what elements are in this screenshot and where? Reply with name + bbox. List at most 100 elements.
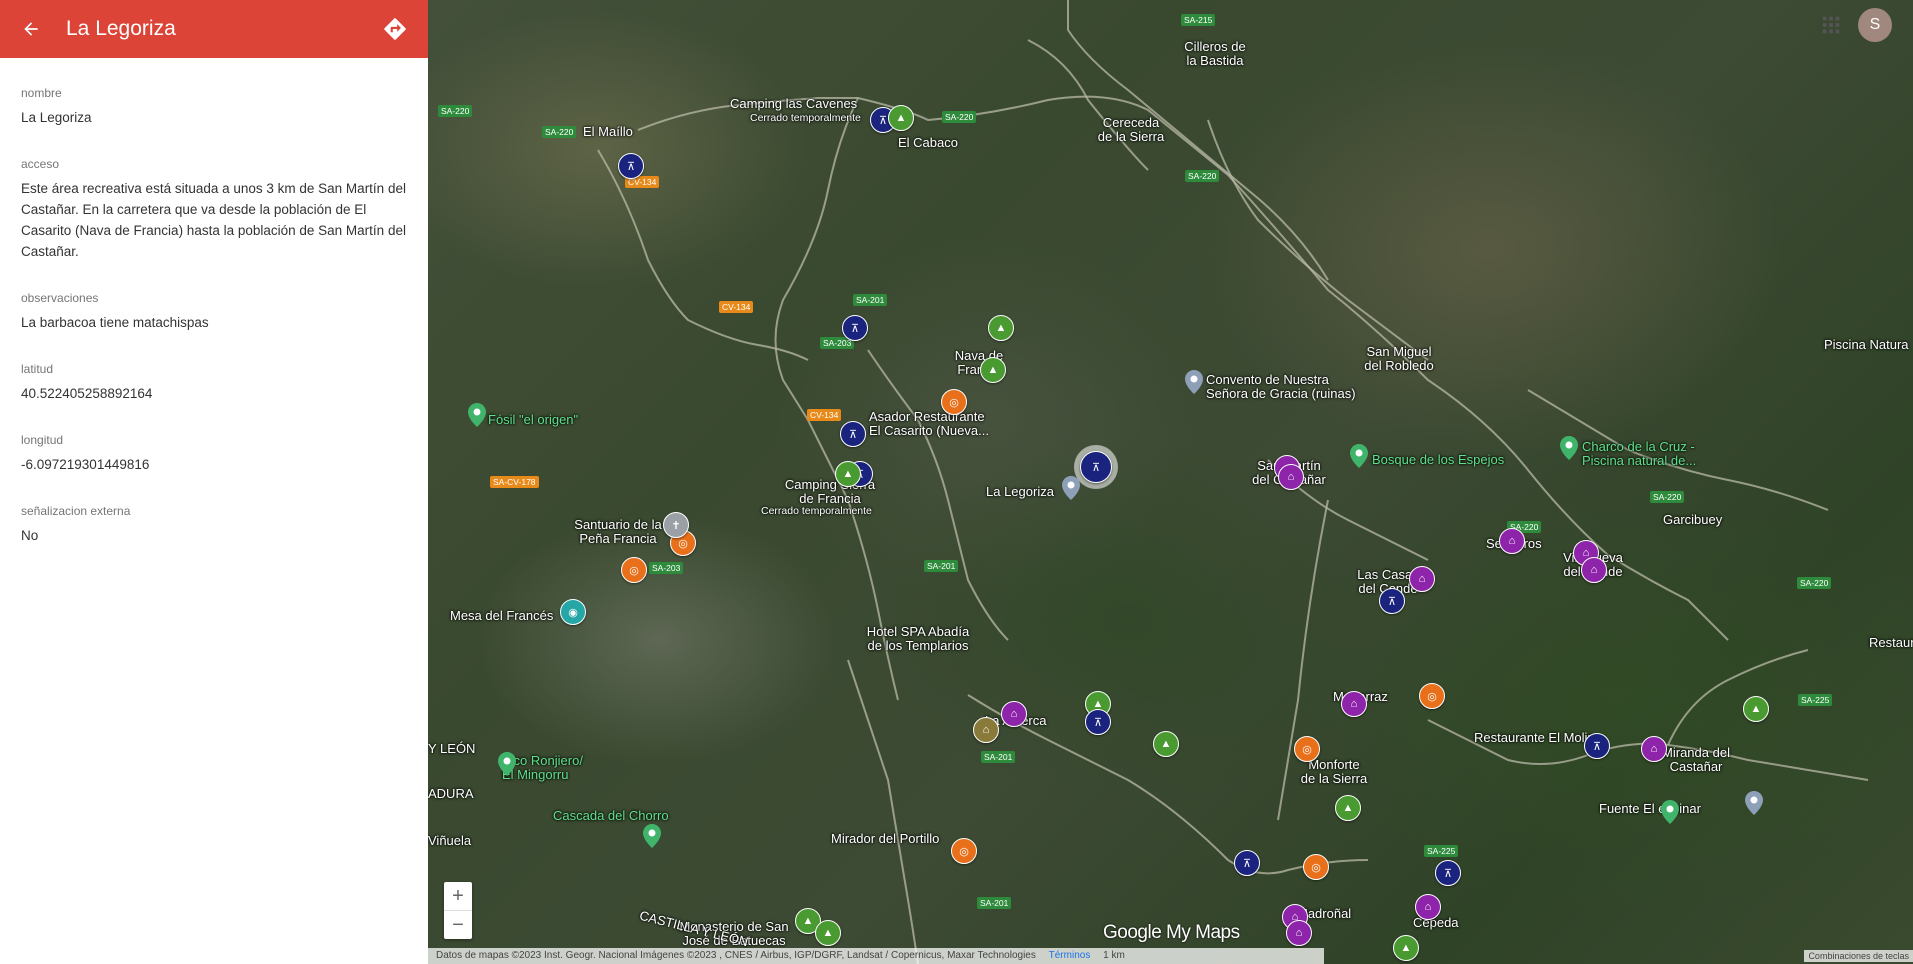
viewpoint-marker[interactable]: ◎	[1294, 736, 1320, 762]
house-icon: ⌂	[1424, 901, 1432, 913]
tree-icon: ▲	[995, 322, 1007, 334]
field-label: observaciones	[21, 291, 99, 305]
region-y-leon: Y LEÓN	[428, 741, 476, 756]
house-marker[interactable]: ⌂	[1286, 920, 1312, 946]
directions-button[interactable]	[378, 12, 412, 46]
tree-marker[interactable]: ▲	[980, 357, 1006, 383]
camera-marker[interactable]: ◉	[560, 599, 586, 625]
house-marker[interactable]: ⌂	[1278, 464, 1304, 490]
picnic-table-icon: ⊼	[1443, 867, 1453, 880]
picnic-marker[interactable]: ⊼	[1085, 709, 1111, 735]
church-marker[interactable]: ✝	[663, 512, 689, 538]
detail-panel: La Legoriza nombre La Legoriza acceso Es…	[0, 0, 428, 964]
field-value: No	[21, 528, 39, 543]
place-hotel: Hotel SPA Abadía de los Templarios	[866, 624, 970, 653]
location-pin-icon[interactable]	[1745, 791, 1763, 815]
picnic-marker[interactable]: ⊼	[840, 421, 866, 447]
panel-fields: nombre La Legoriza acceso Este área recr…	[0, 86, 428, 546]
terms-link[interactable]: Términos	[1049, 950, 1091, 961]
park-pin-icon[interactable]	[1350, 444, 1368, 468]
picnic-marker[interactable]: ⊼	[618, 153, 644, 179]
place-san-miguel: San Miguel del Robledo	[1364, 344, 1434, 373]
viewpoint-marker[interactable]: ◎	[941, 389, 967, 415]
road-shield: SA-225	[1798, 694, 1833, 706]
house-marker[interactable]: ⌂	[1581, 557, 1607, 583]
location-pin-icon[interactable]	[1185, 370, 1203, 394]
panel-title: La Legoriza	[66, 17, 176, 40]
place-fuente: Fuente El espinar	[1599, 801, 1701, 816]
place-asador: Asador Restaurante El Casarito (Nueva...	[869, 409, 989, 438]
place-cascada: Cascada del Chorro	[553, 808, 669, 823]
panel-header: La Legoriza	[0, 0, 428, 58]
zoom-in-button[interactable]: +	[444, 882, 472, 911]
house-marker[interactable]: ⌂	[1415, 894, 1441, 920]
picnic-table-icon: ⊼	[1387, 595, 1397, 608]
road-shield: SA-CV-178	[490, 476, 539, 488]
satellite-map[interactable]: Cilleros de la Bastida Camping las Cavene…	[428, 0, 1913, 964]
museum-marker[interactable]: ⌂	[973, 717, 999, 743]
place-mirador: Mirador del Portillo	[831, 831, 940, 846]
house-marker[interactable]: ⌂	[1409, 566, 1435, 592]
house-icon: ⌂	[1650, 743, 1658, 755]
tree-marker[interactable]: ▲	[1743, 696, 1769, 722]
tree-marker[interactable]: ▲	[1393, 935, 1419, 961]
place-cepeda: Cepeda	[1413, 915, 1459, 930]
field-latitud: latitud 40.522405258892164	[0, 362, 428, 404]
field-label: longitud	[21, 433, 64, 447]
back-button[interactable]	[12, 10, 50, 48]
road-shield: CV-134	[719, 301, 754, 313]
tree-icon: ▲	[842, 468, 854, 480]
picnic-marker[interactable]: ⊼	[1435, 860, 1461, 886]
picnic-marker[interactable]: ⊼	[842, 315, 868, 341]
picnic-table-icon: ⊼	[1242, 857, 1252, 870]
avatar[interactable]: S	[1858, 8, 1892, 42]
tree-marker[interactable]: ▲	[888, 105, 914, 131]
road-shield: SA-215	[1181, 14, 1216, 26]
picnic-marker[interactable]: ⊼	[1234, 850, 1260, 876]
apps-grid-icon[interactable]	[1820, 14, 1842, 36]
park-pin-icon[interactable]	[468, 403, 486, 427]
selected-picnic-marker[interactable]: ⊼	[1080, 451, 1112, 483]
google-my-maps-logo: Google My Maps	[1103, 922, 1240, 943]
place-piscina-natural: Piscina Natura	[1824, 337, 1909, 352]
tree-marker[interactable]: ▲	[815, 920, 841, 946]
viewpoint-marker[interactable]: ◎	[1419, 683, 1445, 709]
road-shield: SA-203	[649, 562, 684, 574]
road-shield: SA-220	[438, 105, 473, 117]
house-marker[interactable]: ⌂	[1341, 691, 1367, 717]
museum-icon: ⌂	[982, 724, 990, 736]
viewpoint-marker[interactable]: ◎	[621, 557, 647, 583]
tree-marker[interactable]: ▲	[988, 315, 1014, 341]
field-label: latitud	[21, 362, 54, 376]
house-icon: ⌂	[1350, 698, 1358, 710]
binoculars-icon: ◎	[959, 845, 969, 858]
picnic-marker[interactable]: ⊼	[1584, 733, 1610, 759]
tree-marker[interactable]: ▲	[835, 461, 861, 487]
field-label: acceso	[21, 157, 60, 171]
picnic-table-icon: ⊼	[850, 322, 860, 335]
camera-icon: ◉	[568, 606, 578, 619]
tree-marker[interactable]: ▲	[1153, 731, 1179, 757]
park-pin-icon[interactable]	[643, 824, 661, 848]
viewpoint-marker[interactable]: ◎	[951, 838, 977, 864]
house-marker[interactable]: ⌂	[1001, 701, 1027, 727]
tree-marker[interactable]: ▲	[1335, 795, 1361, 821]
house-marker[interactable]: ⌂	[1499, 528, 1525, 554]
place-restaurante-molino: Restaurante El Molino	[1474, 730, 1602, 745]
tree-icon: ▲	[1160, 738, 1172, 750]
field-value: -6.097219301449816	[21, 457, 150, 472]
house-icon: ⌂	[1418, 573, 1426, 585]
viewpoint-marker[interactable]: ◎	[1303, 854, 1329, 880]
tree-icon: ▲	[1400, 942, 1412, 954]
picnic-marker[interactable]: ⊼	[1379, 588, 1405, 614]
place-miranda: Miranda del Castañar	[1662, 745, 1730, 774]
place-el-cabaco: El Cabaco	[898, 135, 958, 150]
house-marker[interactable]: ⌂	[1641, 736, 1667, 762]
road-shield: SA-225	[1424, 845, 1459, 857]
selected-marker-highlight[interactable]: ⊼	[1074, 445, 1118, 489]
zoom-out-button[interactable]: −	[444, 911, 472, 939]
keyboard-shortcuts-link[interactable]: Combinaciones de teclas	[1804, 950, 1913, 962]
park-pin-icon[interactable]	[1560, 436, 1578, 460]
park-pin-icon[interactable]	[1661, 800, 1679, 824]
park-pin-icon[interactable]	[498, 752, 516, 776]
